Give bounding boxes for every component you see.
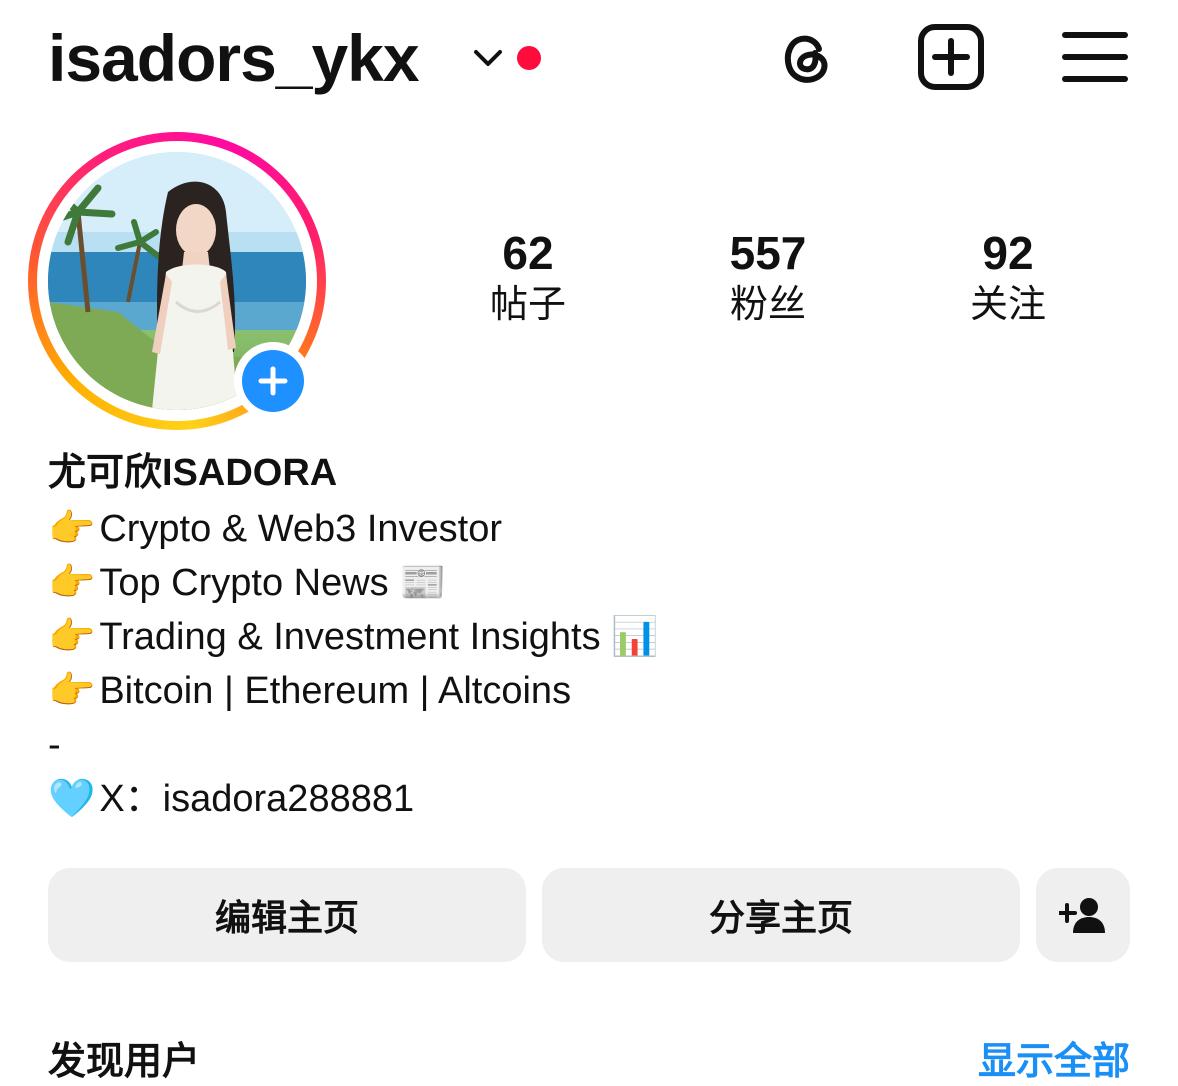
profile-avatar[interactable]: [28, 132, 326, 430]
light-blue-heart-icon: 🩵: [48, 778, 96, 820]
edit-profile-button[interactable]: 编辑主页: [48, 868, 526, 962]
add-story-button[interactable]: [234, 342, 312, 420]
bio-section: 尤可欣ISADORA 👉 Crypto & Web3 Investor 👉 To…: [48, 448, 1148, 826]
newspaper-icon: 📰: [399, 562, 447, 604]
posts-label: 帖子: [489, 282, 566, 326]
chevron-down-icon[interactable]: [468, 40, 508, 76]
pointing-hand-icon: 👉: [48, 670, 96, 712]
pointing-hand-icon: 👉: [48, 508, 96, 550]
bio-line-text: Bitcoin | Ethereum | Altcoins: [99, 670, 572, 712]
add-person-icon: [1059, 898, 1105, 933]
bar-chart-icon: 📊: [611, 616, 659, 658]
display-name: 尤可欣ISADORA: [48, 452, 338, 494]
plus-icon: [242, 350, 304, 412]
bio-line: 👉 Bitcoin | Ethereum | Altcoins: [48, 664, 1148, 718]
posts-stat[interactable]: 62 帖子: [438, 226, 618, 328]
pointing-hand-icon: 👉: [48, 616, 96, 658]
discover-people-button[interactable]: [1036, 868, 1130, 962]
bio-line-text: Crypto & Web3 Investor: [99, 508, 503, 550]
followers-count: 557: [729, 227, 807, 279]
profile-header: isadors_ykx: [0, 0, 1178, 120]
following-label: 关注: [969, 282, 1046, 326]
share-profile-button[interactable]: 分享主页: [542, 868, 1020, 962]
following-count: 92: [982, 227, 1034, 279]
show-all-link[interactable]: 显示全部: [978, 1036, 1130, 1086]
threads-icon[interactable]: [772, 22, 842, 92]
bio-line-text: Top Crypto News: [99, 562, 400, 604]
create-plus-icon[interactable]: [916, 22, 986, 92]
bio-line-text: Trading & Investment Insights: [99, 616, 612, 658]
followers-label: 粉丝: [729, 282, 806, 326]
following-stat[interactable]: 92 关注: [918, 226, 1098, 328]
bio-line-text: X：isadora288881: [99, 778, 415, 820]
notification-dot: [517, 46, 541, 70]
discover-people-title: 发现用户: [48, 1039, 201, 1083]
pointing-hand-icon: 👉: [48, 562, 96, 604]
bio-line: 👉 Crypto & Web3 Investor: [48, 502, 1148, 556]
menu-icon[interactable]: [1060, 22, 1130, 92]
username-title[interactable]: isadors_ykx: [48, 18, 420, 98]
bio-line: 👉 Trading & Investment Insights 📊: [48, 610, 1148, 664]
bio-line-text: -: [48, 724, 61, 766]
bio-line: -: [48, 718, 1148, 772]
bio-line[interactable]: 🩵 X：isadora288881: [48, 772, 1148, 826]
posts-count: 62: [502, 227, 554, 279]
followers-stat[interactable]: 557 粉丝: [678, 226, 858, 328]
bio-line: 👉 Top Crypto News 📰: [48, 556, 1148, 610]
